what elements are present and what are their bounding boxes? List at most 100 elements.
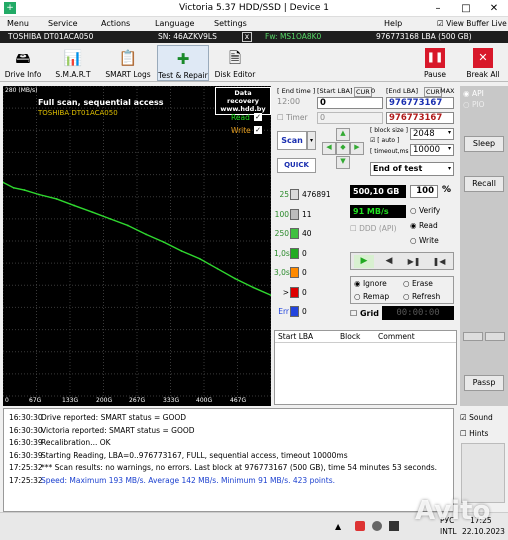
end-lba-current-field[interactable]: 976773167 — [386, 112, 454, 124]
end-icon[interactable]: ❚◀ — [429, 255, 449, 268]
read-legend-checkbox[interactable]: ✓ — [254, 113, 262, 121]
series-point-read — [252, 286, 255, 289]
sound-checkbox[interactable]: ☑ Sound — [460, 413, 493, 422]
write-radio[interactable]: ○ Write — [410, 236, 439, 245]
menu-item-menu[interactable]: Menu — [7, 19, 29, 28]
log-panel: 16:30:30 Drive reported: SMART status = G… — [3, 408, 454, 512]
log-scrollbar[interactable] — [461, 443, 505, 503]
read-radio[interactable]: ◉ Read — [410, 221, 438, 230]
graph-model: TOSHIBA DT01ACA050 — [38, 109, 118, 117]
series-point-read — [234, 277, 236, 280]
dpad-down-button[interactable]: ▼ — [336, 156, 350, 169]
dpad-up-button[interactable]: ▲ — [336, 128, 350, 141]
verify-radio[interactable]: ○ Verify — [410, 206, 440, 215]
skip-icon[interactable]: ▶❚ — [404, 255, 424, 268]
log-message: Drive reported: SMART status = GOOD — [41, 413, 187, 422]
series-point-read — [180, 250, 183, 252]
sleep-button[interactable]: Sleep — [464, 136, 504, 152]
menu-item-settings[interactable]: Settings — [214, 19, 247, 28]
view-buffer-live-toggle[interactable]: ☑ View Buffer Live — [437, 19, 507, 28]
close-window-button[interactable]: ✕ — [480, 0, 508, 17]
end-time-field[interactable]: 12:00 — [277, 97, 315, 109]
keyboard-layout[interactable]: INTL — [440, 527, 457, 536]
quick-button[interactable]: QUICK — [277, 158, 316, 173]
play-icon[interactable]: ▶ — [354, 255, 374, 268]
x-tick-label: 0 — [5, 397, 9, 404]
block-size-select[interactable]: 2048 ▾ — [410, 128, 454, 140]
maximize-button[interactable]: □ — [452, 0, 480, 17]
passp-button[interactable]: Passp — [464, 375, 504, 391]
test-repair-button[interactable]: ✚ Test & Repair — [157, 45, 209, 81]
device-info-bar: TOSHIBA DT01ACA050 SN: 46AZKV9LS x Fw: M… — [0, 31, 508, 43]
erase-radio[interactable]: ○ Erase — [403, 279, 433, 288]
latency-bucket-count: 0 — [302, 307, 307, 316]
latency-bucket-swatch — [290, 286, 299, 298]
menu-item-service[interactable]: Service — [48, 19, 78, 28]
log-time: 16:30:30 — [9, 413, 43, 422]
plus-icon: ✚ — [176, 50, 190, 68]
disk-editor-button[interactable]: 🗎 Disk Editor — [214, 45, 256, 81]
smart-logs-button[interactable]: 📋 SMART Logs — [103, 45, 153, 81]
scan-button[interactable]: Scan — [277, 131, 307, 150]
drive-info-button[interactable]: 🖴 Drive Info — [3, 45, 43, 81]
x-tick-label: 467G — [230, 397, 247, 404]
end-max-button[interactable]: MAX — [440, 87, 455, 95]
grid-checkbox[interactable]: ☐ Grid — [350, 309, 379, 318]
latency-bucket-label: 25 — [279, 190, 289, 199]
latency-bucket-count: 40 — [302, 229, 312, 238]
smart-button[interactable]: 📊 S.M.A.R.T — [52, 45, 94, 81]
series-point-read — [126, 224, 129, 227]
indicator-right — [485, 332, 505, 341]
ignore-radio[interactable]: ◉ Ignore — [354, 279, 387, 288]
read-legend-label: Read — [231, 113, 250, 122]
x-tick-label: 200G — [96, 397, 113, 404]
dpad-left-button[interactable]: ◀ — [322, 142, 336, 155]
back-icon[interactable]: ◀ — [379, 255, 399, 268]
latency-bucket-swatch — [290, 267, 299, 278]
recall-button[interactable]: Recall — [464, 176, 504, 192]
log-message: Victoria reported: SMART status = GOOD — [41, 425, 195, 435]
device-firmware: Fw: MS1OA8K0 — [265, 32, 322, 41]
pio-radio[interactable]: ○ PIO — [463, 100, 485, 109]
ddd-api-checkbox[interactable]: ☐ DDD (API) — [350, 224, 397, 233]
write-legend-checkbox[interactable]: ✓ — [254, 126, 262, 134]
tray-app-icon[interactable] — [355, 521, 365, 531]
start-zero-button[interactable]: 0 — [371, 87, 375, 95]
pause-button[interactable]: ❚❚ Pause — [420, 45, 450, 81]
break-all-button[interactable]: ✕ Break All — [463, 45, 503, 81]
minimize-button[interactable]: – — [424, 0, 452, 17]
tray-chevron-icon[interactable]: ▲ — [335, 522, 341, 531]
dpad-right-button[interactable]: ▶ — [350, 142, 364, 155]
dpad-center-button[interactable]: ◆ — [336, 142, 350, 155]
end-lba-field[interactable]: 976773167 — [386, 97, 454, 109]
refresh-radio[interactable]: ○ Refresh — [403, 292, 440, 301]
clock-date[interactable]: 22.10.2023 — [462, 527, 505, 536]
timeout-label: [ timeout,ms ] — [370, 148, 413, 155]
tray-network-icon[interactable] — [372, 521, 382, 531]
timeout-select[interactable]: 10000 ▾ — [410, 144, 454, 156]
error-action-group: ◉ Ignore ○ Erase ○ Remap ○ Refresh — [350, 276, 454, 304]
timer-checkbox[interactable]: ☐ Timer — [277, 113, 308, 122]
toolbar: 🖴 Drive Info 📊 S.M.A.R.T 📋 SMART Logs ✚ Test… — [0, 45, 508, 82]
start-lba-field[interactable]: 0 — [317, 97, 383, 109]
tray-volume-icon[interactable] — [389, 521, 399, 531]
x-tick-label: 67G — [29, 397, 42, 404]
write-legend-label: Write — [231, 126, 251, 135]
auto-checkbox[interactable]: ☑ [ auto ] — [370, 137, 399, 144]
log-time: 17:25:32 — [9, 475, 43, 485]
close-device-button[interactable]: x — [242, 32, 252, 42]
start-cur-button[interactable]: CUR — [354, 87, 372, 97]
menu-item-language[interactable]: Language — [155, 19, 194, 28]
menu-item-actions[interactable]: Actions — [101, 19, 130, 28]
latency-bucket-label: 250 — [274, 229, 289, 238]
timer-field[interactable]: 0 — [317, 112, 383, 124]
remap-radio[interactable]: ○ Remap — [354, 292, 389, 301]
hints-checkbox[interactable]: ☐ Hints — [460, 429, 488, 438]
api-radio[interactable]: ◉ API — [463, 89, 484, 98]
log-time: 16:30:30 — [9, 425, 43, 435]
end-of-test-select[interactable]: End of test ▾ — [370, 162, 454, 176]
menu-item-help[interactable]: Help — [384, 19, 402, 28]
latency-bucket-swatch — [290, 306, 299, 317]
log-time: 17:25:32 — [9, 463, 43, 472]
scan-dropdown-arrow[interactable]: ▾ — [307, 131, 316, 150]
